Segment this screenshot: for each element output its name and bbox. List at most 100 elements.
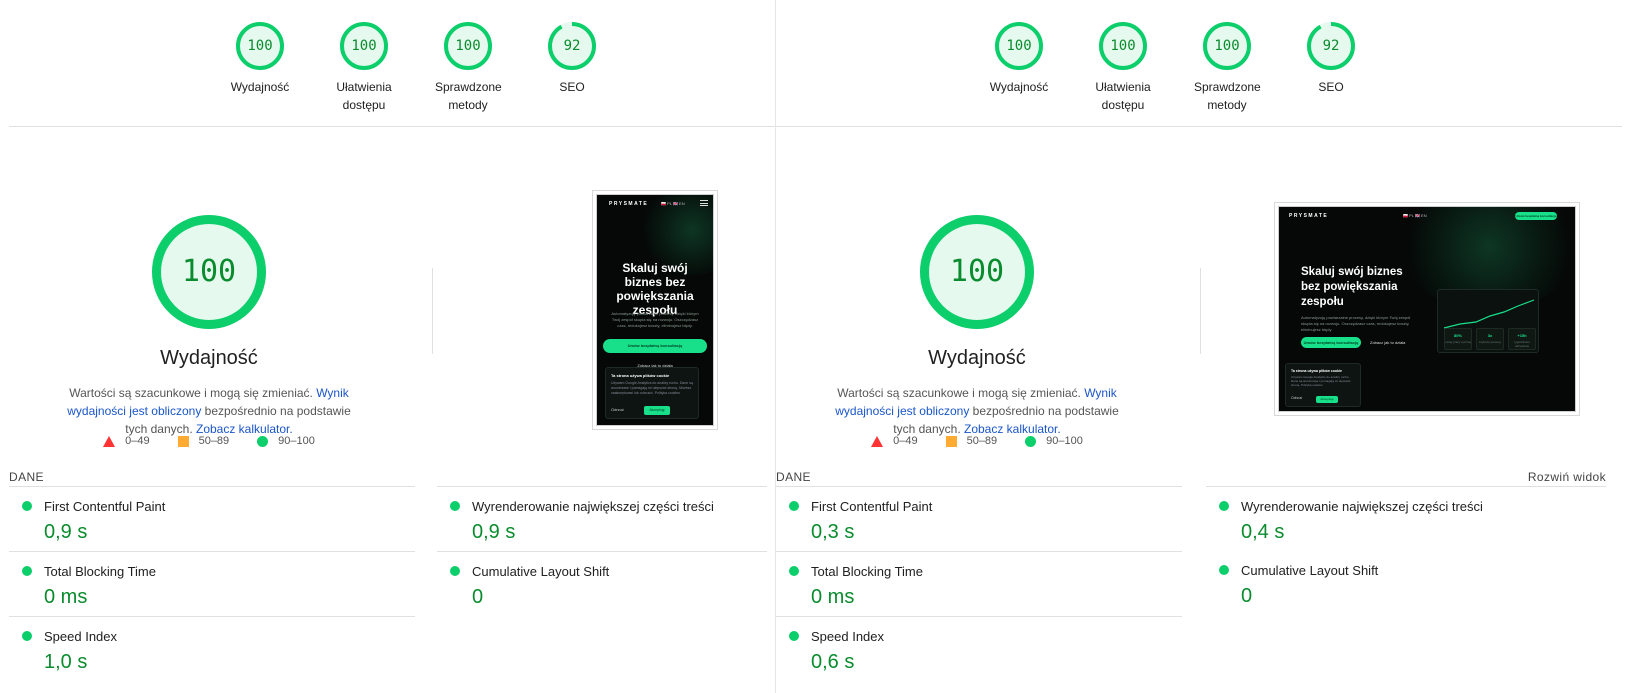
gauge-seo[interactable]: 92 SEO	[1276, 18, 1386, 96]
metric-name: Cumulative Layout Shift	[472, 564, 610, 579]
ss-cookie-accept: Akceptuję	[1316, 396, 1338, 403]
metric-name: Cumulative Layout Shift	[1241, 563, 1379, 578]
gauge-score: 92	[1322, 38, 1340, 54]
page-screenshot-mobile[interactable]: PRYSMATE 🇵🇱 PL 🇬🇧 EN Skaluj swój biznes …	[596, 194, 714, 426]
ss-cookie-title: Ta strona używa plików cookie	[611, 373, 670, 378]
ss-cookie-desc: Używam Google Analytics do analizy ruchu…	[611, 381, 693, 395]
divider	[1200, 268, 1201, 354]
ss-stat-label: szybsze procesy	[1478, 340, 1502, 344]
pass-circle-icon	[1219, 501, 1229, 511]
score-legend: 0–49 50–89 90–100	[44, 435, 374, 447]
ss-brand: PRYSMATE	[1289, 213, 1329, 219]
ss-cookie-accept: Akceptuję	[644, 406, 670, 415]
metric-value: 0,9 s	[472, 521, 516, 543]
pass-circle-icon	[789, 631, 799, 641]
metric-lcp[interactable]: Wyrenderowanie największej części treści…	[437, 486, 767, 550]
pass-circle-icon	[1219, 565, 1229, 575]
metric-value: 0,6 s	[811, 651, 855, 673]
ss-stat-value: +15h	[1517, 333, 1527, 338]
pass-circle-icon	[22, 631, 32, 641]
legend-fail: 0–49	[893, 435, 918, 447]
performance-description: Wartości są szacunkowe i mogą się zmieni…	[812, 384, 1142, 438]
metric-name: Total Blocking Time	[44, 564, 156, 579]
performance-summary: 100 Wydajność Wartości są szacunkowe i m…	[44, 215, 374, 438]
ss-sub: Automatyzuję powtarzalne procesy, dzięki…	[1301, 315, 1411, 332]
metric-cls[interactable]: Cumulative Layout Shift 0	[437, 551, 767, 615]
metric-fcp[interactable]: First Contentful Paint 0,3 s	[776, 486, 1182, 550]
gauge-score: 100	[1110, 38, 1136, 54]
gauge-accessibility[interactable]: 100 Ułatwienia dostępu	[309, 18, 419, 114]
metric-value: 1,0 s	[44, 651, 88, 673]
ss-cookie-reject: Odrzuć	[611, 407, 624, 412]
page-screenshot-desktop[interactable]: PRYSMATE 🇵🇱 PL 🇬🇧 EN Umów bezpłatną kons…	[1278, 206, 1576, 412]
gauge-best-practices[interactable]: 100 Sprawdzone metody	[413, 18, 523, 114]
metric-speed-index[interactable]: Speed Index 1,0 s	[9, 616, 415, 680]
ss-stat: 3x szybsze procesy	[1476, 328, 1504, 350]
performance-description: Wartości są szacunkowe i mogą się zmieni…	[44, 384, 374, 438]
average-square-icon	[177, 435, 189, 447]
ss-headline: Skaluj swój biznes bez powiększania zesp…	[616, 261, 694, 317]
ss-nav: PRYSMATE 🇵🇱 PL 🇬🇧 EN	[597, 195, 713, 211]
metric-lcp[interactable]: Wyrenderowanie największej części treści…	[1206, 486, 1606, 550]
pass-circle-icon	[22, 501, 32, 511]
gauge-label: Sprawdzone metody	[435, 80, 502, 112]
gauge-label: Sprawdzone metody	[1194, 80, 1261, 112]
metric-value: 0,9 s	[44, 521, 88, 543]
gauge-score: 100	[1214, 38, 1240, 54]
category-gauges: 100 Wydajność 100 Ułatwienia dostępu 100…	[776, 0, 1622, 127]
metric-name: Wyrenderowanie największej części treści	[1241, 499, 1483, 514]
performance-title: Wydajność	[928, 347, 1026, 369]
pass-circle-icon	[789, 501, 799, 511]
metric-name: First Contentful Paint	[44, 499, 166, 514]
performance-score: 100	[949, 254, 1005, 289]
pass-circle-icon	[1025, 435, 1037, 447]
gauge-label: Wydajność	[230, 80, 290, 94]
performance-summary: 100 Wydajność Wartości są szacunkowe i m…	[812, 215, 1142, 438]
ss-stats-card: 80% mniej pracy ręcznej 3x szybsze procesy…	[1437, 289, 1539, 353]
legend-average: 50–89	[966, 435, 998, 447]
ss-stat: +15h tygodniowo odzyskane	[1508, 328, 1536, 350]
gauge-label: Ułatwienia dostępu	[336, 80, 392, 112]
ss-secondary: Zobacz jak to działa	[1370, 340, 1406, 345]
gauge-best-practices[interactable]: 100 Sprawdzone metody	[1172, 18, 1282, 114]
ss-cta: Umów bezpłatną konsultację	[603, 339, 707, 353]
gauge-score: 92	[563, 38, 581, 54]
gauge-performance[interactable]: 100 Wydajność	[964, 18, 1074, 96]
metric-tbt[interactable]: Total Blocking Time 0 ms	[776, 551, 1182, 615]
metric-name: Wyrenderowanie największej części treści	[472, 499, 714, 514]
divider	[432, 268, 433, 354]
gauge-accessibility[interactable]: 100 Ułatwienia dostępu	[1068, 18, 1178, 114]
average-square-icon	[945, 435, 957, 447]
gauge-score: 100	[247, 38, 273, 54]
metric-fcp[interactable]: First Contentful Paint 0,9 s	[9, 486, 415, 550]
expand-view-button[interactable]: Rozwiń widok	[1528, 470, 1606, 484]
calculator-link[interactable]: Zobacz kalkulator.	[964, 422, 1061, 436]
ss-headline: Skaluj swój biznes bez powiększania zesp…	[1301, 266, 1403, 308]
calculator-link[interactable]: Zobacz kalkulator.	[196, 422, 293, 436]
ss-stat-value: 3x	[1487, 333, 1493, 338]
gauge-score: 100	[1006, 38, 1032, 54]
ss-sub: Automatyzuję powtarzalne procesy, dzięki…	[611, 311, 699, 328]
metric-name: First Contentful Paint	[811, 499, 933, 514]
legend-pass: 90–100	[278, 435, 315, 447]
gauge-label: SEO	[1318, 80, 1344, 94]
ss-cookie-banner: Ta strona używa plików cookie Używam Goo…	[605, 367, 699, 419]
metric-tbt[interactable]: Total Blocking Time 0 ms	[9, 551, 415, 615]
metric-name: Speed Index	[44, 629, 118, 644]
pass-circle-icon	[257, 435, 269, 447]
section-label-data: DANE	[9, 470, 44, 484]
gauge-label: Ułatwienia dostępu	[1095, 80, 1151, 112]
metric-name: Speed Index	[811, 629, 885, 644]
metric-value: 0,3 s	[811, 521, 855, 543]
gauge-seo[interactable]: 92 SEO	[517, 18, 627, 96]
metric-name: Total Blocking Time	[811, 564, 923, 579]
metric-cls[interactable]: Cumulative Layout Shift 0	[1206, 551, 1606, 615]
ss-cta: Umów bezpłatną konsultację	[1301, 337, 1361, 348]
gauge-performance[interactable]: 100 Wydajność	[205, 18, 315, 96]
metric-speed-index[interactable]: Speed Index 0,6 s	[776, 616, 1182, 680]
hamburger-icon	[700, 200, 708, 206]
gauge-label: SEO	[559, 80, 585, 94]
report-panel-mobile: 100 Wydajność 100 Ułatwienia dostępu 100…	[0, 0, 776, 693]
legend-fail: 0–49	[125, 435, 150, 447]
gauge-score: 100	[351, 38, 377, 54]
